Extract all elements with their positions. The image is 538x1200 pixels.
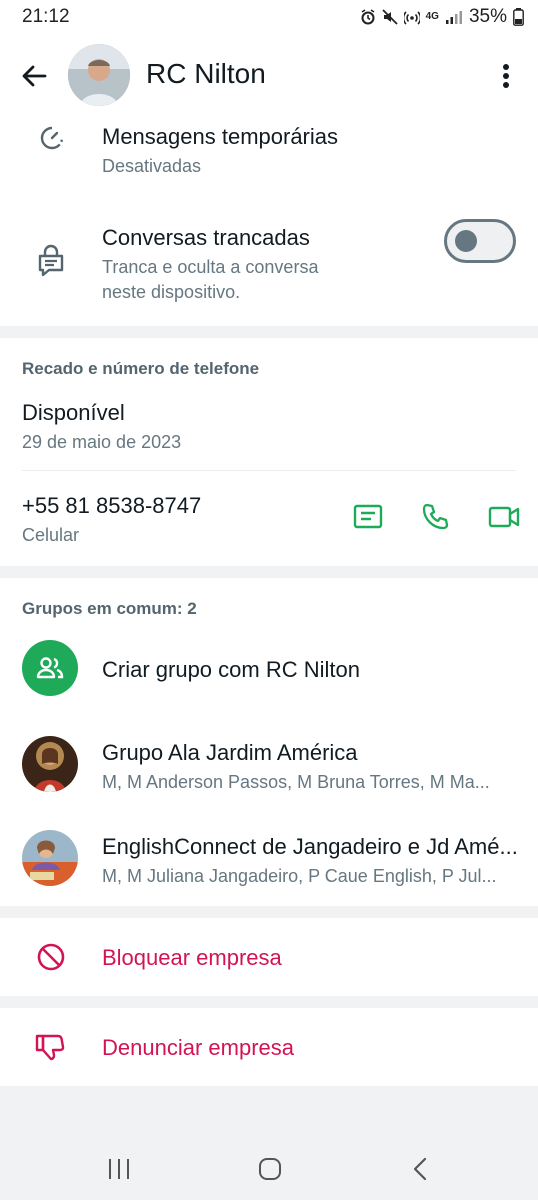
thumbs-down-icon xyxy=(35,1034,65,1061)
group-row[interactable]: EnglishConnect de Jangadeiro e Jd Amé...… xyxy=(0,822,538,906)
network-type: 4G xyxy=(425,11,439,22)
about-row[interactable]: Disponível 29 de maio de 2023 xyxy=(0,390,538,466)
about-date: 29 de maio de 2023 xyxy=(22,432,182,452)
report-row[interactable]: Denunciar empresa xyxy=(0,1008,538,1086)
about-text: Disponível xyxy=(22,400,125,425)
app-bar: RC Nilton xyxy=(0,36,538,114)
phone-icon xyxy=(422,503,449,530)
disappearing-status: Desativadas xyxy=(102,156,202,176)
create-group-avatar xyxy=(22,640,78,696)
group-photo xyxy=(22,830,78,886)
system-nav-bar xyxy=(0,1130,538,1200)
message-button[interactable] xyxy=(352,502,388,538)
phone-type: Celular xyxy=(22,525,80,545)
locked-chats-title: Conversas trancadas xyxy=(102,225,310,250)
group-members: M, M Anderson Passos, M Bruna Torres, M … xyxy=(102,772,490,792)
group-add-icon xyxy=(36,657,64,679)
section-header-about: Recado e número de telefone xyxy=(22,359,260,378)
report-label: Denunciar empresa xyxy=(102,1035,294,1060)
group-avatar xyxy=(22,736,78,792)
contact-name[interactable]: RC Nilton xyxy=(146,58,266,90)
home-icon[interactable] xyxy=(258,1157,282,1181)
mute-icon xyxy=(381,9,398,25)
locked-chats-toggle[interactable] xyxy=(444,219,516,263)
group-name: EnglishConnect de Jangadeiro e Jd Amé... xyxy=(102,834,518,859)
section-header-groups: Grupos em comum: 2 xyxy=(22,599,197,618)
battery-icon xyxy=(513,8,524,26)
avatar[interactable] xyxy=(68,44,130,106)
create-group-row[interactable]: Criar grupo com RC Nilton xyxy=(0,634,538,706)
group-row[interactable]: Grupo Ala Jardim América M, M Anderson P… xyxy=(0,726,538,810)
create-group-label: Criar grupo com RC Nilton xyxy=(102,657,360,682)
arrow-left-icon xyxy=(22,65,47,87)
block-label: Bloquear empresa xyxy=(102,945,282,970)
phone-number: +55 81 8538-8747 xyxy=(22,493,202,518)
block-row[interactable]: Bloquear empresa xyxy=(0,918,538,996)
signal-icon xyxy=(445,11,462,24)
disappearing-title: Mensagens temporárias xyxy=(102,124,339,149)
video-icon xyxy=(488,506,520,528)
disappearing-messages-row[interactable]: Mensagens temporárias Desativadas xyxy=(0,114,538,196)
group-members: M, M Juliana Jangadeiro, P Caue English,… xyxy=(102,866,497,886)
lock-chat-icon xyxy=(38,244,64,277)
status-time: 21:12 xyxy=(22,6,70,27)
group-avatar xyxy=(22,830,78,886)
more-options-button[interactable] xyxy=(488,56,524,96)
phone-row[interactable]: +55 81 8538-8747 Celular xyxy=(0,478,330,558)
video-call-button[interactable] xyxy=(488,502,524,538)
more-vertical-icon xyxy=(503,64,509,88)
recent-apps-icon[interactable] xyxy=(107,1158,131,1180)
battery-percent: 35% xyxy=(468,6,507,27)
about-phone-card: Recado e número de telefone Disponível 2… xyxy=(0,338,538,566)
hotspot-icon xyxy=(403,11,420,25)
profile-photo xyxy=(68,44,130,106)
locked-chats-description-1: Tranca e oculta a conversa xyxy=(102,257,319,277)
status-icons: 4G 35% xyxy=(360,6,524,28)
alarm-icon xyxy=(361,9,375,25)
block-icon xyxy=(37,943,65,971)
back-nav-icon[interactable] xyxy=(412,1157,428,1181)
status-bar: 21:12 4G 35% xyxy=(0,0,538,36)
back-button[interactable] xyxy=(14,56,54,96)
divider xyxy=(22,470,516,471)
chat-settings-card: Mensagens temporárias Desativadas Conver… xyxy=(0,114,538,326)
voice-call-button[interactable] xyxy=(420,502,456,538)
timer-icon xyxy=(40,126,64,150)
locked-chats-description-2: neste dispositivo. xyxy=(102,282,241,302)
message-icon xyxy=(353,504,383,529)
groups-card: Grupos em comum: 2 Criar grupo com RC Ni… xyxy=(0,578,538,906)
group-photo xyxy=(22,736,78,792)
toggle-knob xyxy=(455,230,477,252)
group-name: Grupo Ala Jardim América xyxy=(102,740,358,765)
